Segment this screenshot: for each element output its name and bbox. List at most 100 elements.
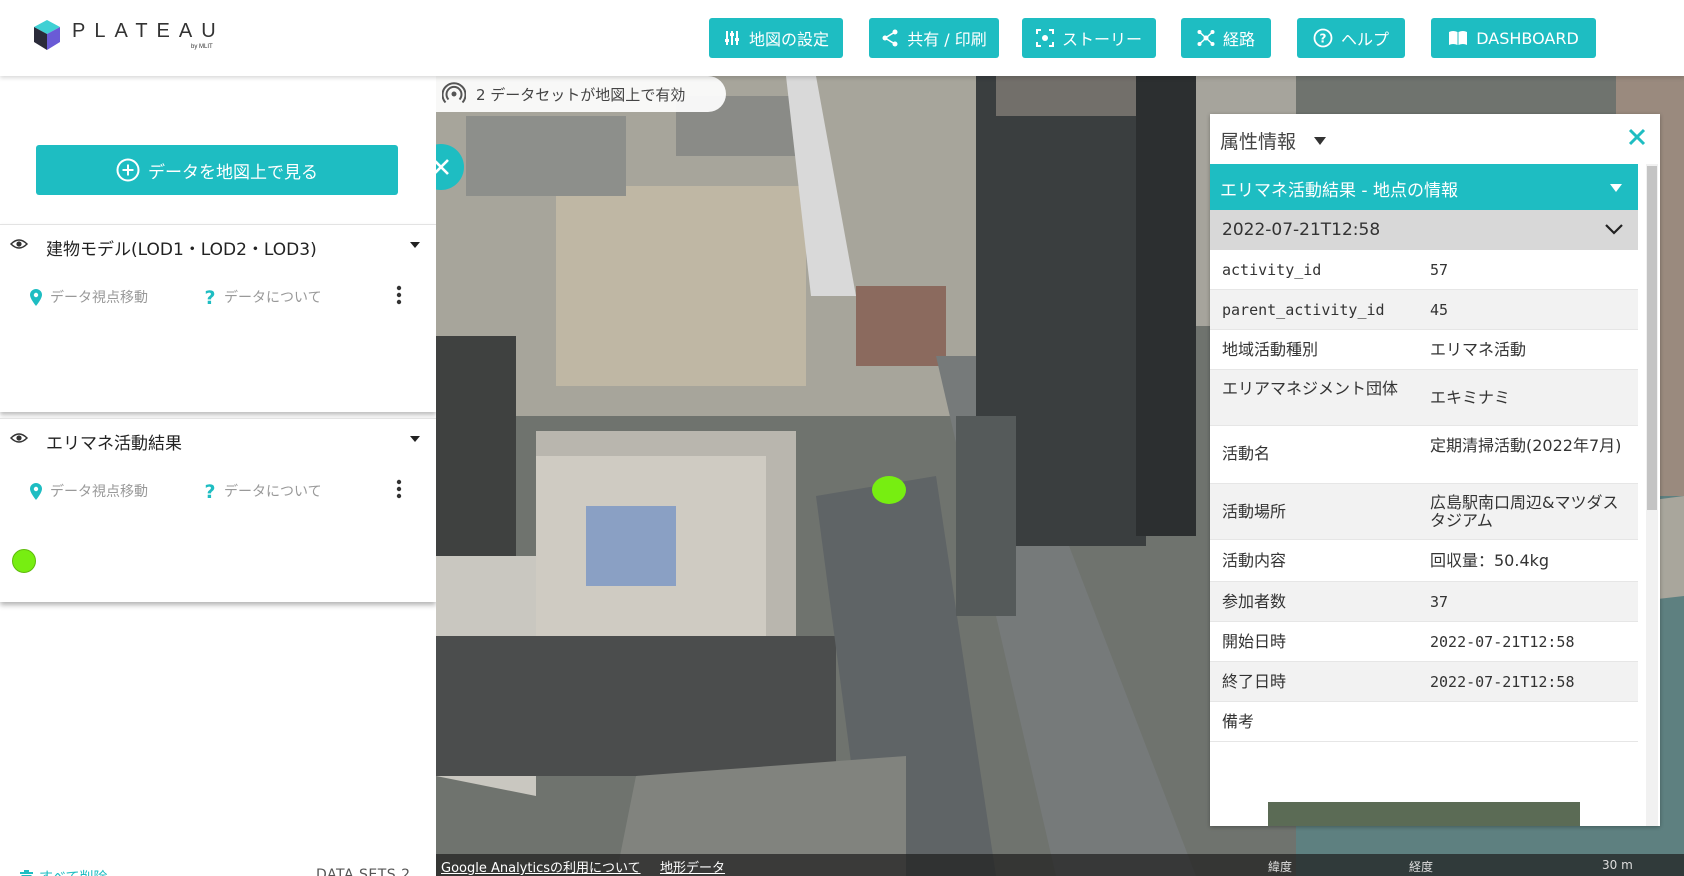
top-header: PLATEAU by MLIT 地図の設定 共有 / 印刷 ストーリー 経路 ?… bbox=[0, 0, 1684, 76]
trash-icon bbox=[20, 869, 33, 876]
attribute-value: 定期清掃活動(2022年7月) bbox=[1430, 436, 1622, 455]
collapse-caret-icon[interactable] bbox=[410, 436, 420, 442]
story-label: ストーリー bbox=[1061, 30, 1142, 49]
svg-text:?: ? bbox=[204, 482, 215, 500]
about-data-button[interactable]: ? データについて bbox=[204, 287, 322, 307]
map-attribution-bar: Google Analyticsの利用について 地形データ 緯度 経度 30 m bbox=[436, 854, 1684, 876]
feature-title: 2022-07-21T12:58 bbox=[1222, 220, 1381, 240]
help-button[interactable]: ? ヘルプ bbox=[1297, 18, 1405, 58]
attribute-value: エリマネ活動 bbox=[1430, 340, 1527, 359]
route-icon bbox=[1197, 30, 1215, 46]
analytics-link[interactable]: Google Analyticsの利用について bbox=[441, 857, 641, 876]
dropdown-caret-icon[interactable] bbox=[1314, 137, 1326, 145]
table-row: parent_activity_id 45 bbox=[1210, 290, 1638, 330]
dataset-header: 建物モデル(LOD1・LOD2・LOD3) bbox=[0, 225, 436, 265]
svg-text:?: ? bbox=[204, 288, 215, 306]
dataset-card-area-management: エリマネ活動結果 データ視点移動 ? データについて bbox=[0, 418, 436, 602]
active-datasets-text: 2 データセットが地図上で有効 bbox=[476, 85, 686, 104]
attribute-value: 45 bbox=[1430, 301, 1449, 319]
eye-icon[interactable] bbox=[10, 432, 28, 444]
route-label: 経路 bbox=[1222, 30, 1255, 49]
zoom-to-data-button[interactable]: データ視点移動 bbox=[30, 287, 148, 307]
dashboard-label: DASHBOARD bbox=[1476, 28, 1579, 48]
about-data-label: データについて bbox=[224, 484, 322, 500]
attribute-key: エリアマネジメント団体 bbox=[1222, 379, 1399, 398]
workbench-panel: データを地図上で見る 建物モデル(LOD1・LOD2・LOD3) データ視点移動… bbox=[0, 76, 436, 876]
route-button[interactable]: 経路 bbox=[1181, 18, 1271, 58]
chevron-down-icon bbox=[1605, 224, 1623, 235]
add-data-button[interactable]: データを地図上で見る bbox=[36, 145, 398, 195]
dataset-title[interactable]: 建物モデル(LOD1・LOD2・LOD3) bbox=[46, 235, 317, 260]
map-settings-label: 地図の設定 bbox=[748, 30, 829, 49]
active-datasets-badge[interactable]: 2 データセットが地図上で有効 bbox=[436, 76, 726, 112]
svg-text:?: ? bbox=[1320, 32, 1327, 46]
location-pin-icon bbox=[30, 482, 42, 500]
feature-header[interactable]: 2022-07-21T12:58 bbox=[1210, 210, 1638, 250]
dataset-title[interactable]: エリマネ活動結果 bbox=[46, 429, 182, 454]
signal-icon bbox=[442, 82, 466, 104]
logo-subtitle: by MLIT bbox=[191, 44, 213, 50]
book-icon bbox=[1449, 31, 1468, 45]
scale-label: 30 m bbox=[1602, 858, 1633, 872]
zoom-to-data-label: データ視点移動 bbox=[50, 290, 148, 306]
table-row: 活動内容 回収量：50.4kg bbox=[1210, 540, 1638, 582]
dataset-header: エリマネ活動結果 bbox=[0, 419, 436, 459]
share-print-button[interactable]: 共有 / 印刷 bbox=[869, 18, 999, 58]
story-button[interactable]: ストーリー bbox=[1022, 18, 1156, 58]
attribute-key: 参加者数 bbox=[1222, 592, 1287, 611]
table-row: 活動場所 広島駅南口周辺&マツダスタジアム bbox=[1210, 484, 1638, 540]
close-icon[interactable] bbox=[1628, 128, 1646, 146]
attribute-value: 2022-07-21T12:58 bbox=[1430, 673, 1575, 691]
more-vertical-icon[interactable] bbox=[396, 285, 402, 305]
about-data-label: データについて bbox=[224, 290, 322, 306]
plateau-cube-icon bbox=[34, 20, 60, 50]
section-title: エリマネ活動結果 - 地点の情報 bbox=[1220, 181, 1458, 201]
attribute-key: 備考 bbox=[1222, 712, 1255, 731]
longitude-label: 経度 bbox=[1409, 860, 1434, 874]
table-row: 参加者数 37 bbox=[1210, 582, 1638, 622]
question-icon: ? bbox=[204, 482, 215, 500]
feature-thumbnail bbox=[1268, 802, 1580, 826]
location-pin-icon bbox=[30, 288, 42, 306]
table-row: 備考 bbox=[1210, 702, 1638, 742]
catalog-section-header[interactable]: エリマネ活動結果 - 地点の情報 bbox=[1210, 164, 1638, 210]
question-icon: ? bbox=[204, 288, 215, 306]
more-vertical-icon[interactable] bbox=[396, 479, 402, 499]
feature-info-panel: 属性情報 エリマネ活動結果 - 地点の情報 2022-07-21T12:58 a… bbox=[1210, 114, 1660, 826]
workbench-footer: すべて削除 DATA SETS 2 bbox=[0, 862, 436, 876]
attribute-key: 活動内容 bbox=[1222, 551, 1287, 570]
activity-point-marker[interactable] bbox=[872, 476, 906, 504]
attribute-key: 開始日時 bbox=[1222, 632, 1287, 651]
attribute-value: 57 bbox=[1430, 261, 1449, 279]
share-print-label: 共有 / 印刷 bbox=[907, 30, 987, 49]
attribute-table: activity_id 57 parent_activity_id 45 地域活… bbox=[1210, 250, 1638, 742]
story-icon bbox=[1035, 29, 1054, 47]
legend-swatch bbox=[12, 549, 36, 573]
about-data-button[interactable]: ? データについて bbox=[204, 481, 322, 501]
dashboard-button[interactable]: DASHBOARD bbox=[1431, 18, 1596, 58]
scrollbar-thumb[interactable] bbox=[1647, 166, 1657, 510]
help-label: ヘルプ bbox=[1340, 30, 1389, 49]
collapse-caret-icon[interactable] bbox=[410, 242, 420, 248]
attribute-value: 回収量：50.4kg bbox=[1430, 551, 1550, 570]
attribute-value: エキミナミ bbox=[1430, 388, 1511, 407]
attribute-key: parent_activity_id bbox=[1222, 301, 1385, 319]
share-icon bbox=[882, 29, 898, 47]
info-panel-title[interactable]: 属性情報 bbox=[1220, 127, 1296, 154]
attribute-value: 広島駅南口周辺&マツダスタジアム bbox=[1430, 493, 1619, 530]
map-settings-button[interactable]: 地図の設定 bbox=[709, 18, 843, 58]
plus-circle-icon bbox=[116, 158, 140, 182]
remove-all-button[interactable]: すべて削除 bbox=[20, 867, 107, 876]
zoom-to-data-button[interactable]: データ視点移動 bbox=[30, 481, 148, 501]
attribute-value: 37 bbox=[1430, 593, 1449, 611]
terrain-data-link[interactable]: 地形データ bbox=[660, 857, 725, 876]
eye-icon[interactable] bbox=[10, 238, 28, 250]
help-icon: ? bbox=[1313, 28, 1333, 48]
plateau-logo[interactable]: PLATEAU by MLIT bbox=[34, 20, 225, 50]
table-row: activity_id 57 bbox=[1210, 250, 1638, 290]
attribute-key: activity_id bbox=[1222, 261, 1322, 279]
zoom-to-data-label: データ視点移動 bbox=[50, 484, 148, 500]
info-panel-header: 属性情報 bbox=[1210, 114, 1660, 164]
attribute-key: 終了日時 bbox=[1222, 672, 1287, 691]
table-row: エリアマネジメント団体 エキミナミ bbox=[1210, 370, 1638, 426]
